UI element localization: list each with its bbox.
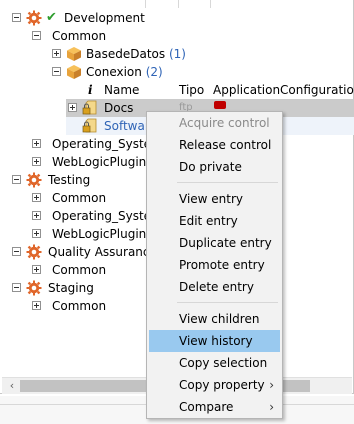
gear-icon — [26, 280, 42, 296]
node-label: Common — [52, 299, 107, 313]
lock-icon — [82, 118, 97, 133]
tree-node-common[interactable]: Common — [0, 27, 354, 45]
entry-name: Docs — [104, 101, 134, 115]
tree-node-development[interactable]: ✔ Development — [0, 9, 354, 27]
node-label: Conexion (2) — [86, 65, 163, 79]
menu-item-do-private[interactable]: Do private — [149, 156, 280, 178]
tree-node-conexion[interactable]: Conexion (2) — [0, 63, 354, 81]
menu-item-release-control[interactable]: Release control — [149, 134, 280, 156]
collapse-toggle[interactable] — [12, 13, 21, 22]
column-separator — [145, 0, 146, 8]
gear-icon — [26, 244, 42, 260]
node-label: Development — [64, 11, 145, 25]
expand-toggle[interactable] — [32, 193, 41, 202]
submenu-arrow-icon: › — [269, 400, 274, 414]
column-header-appconfig[interactable]: ApplicationConfiguration — [213, 81, 354, 99]
node-label: WebLogicPlugin1 — [52, 227, 154, 241]
menu-item-compare[interactable]: Compare › — [149, 396, 280, 418]
menu-item-edit-entry[interactable]: Edit entry — [149, 210, 280, 232]
menu-item-promote-entry[interactable]: Promote entry — [149, 254, 280, 276]
submenu-arrow-icon: › — [269, 378, 274, 392]
cube-folder-icon — [67, 65, 81, 79]
entry-table-header: i Name Tipo ApplicationConfiguration — [0, 81, 354, 99]
menu-item-label: Compare — [179, 400, 234, 414]
tree-node-basedatos[interactable]: BasedeDatos (1) — [0, 45, 354, 63]
menu-item-view-entry[interactable]: View entry — [149, 188, 280, 210]
child-count: (2) — [145, 65, 163, 79]
menu-item-duplicate-entry[interactable]: Duplicate entry — [149, 232, 280, 254]
node-label: Staging — [48, 281, 94, 295]
expand-toggle[interactable] — [32, 265, 41, 274]
child-count: (1) — [168, 47, 186, 61]
column-separator — [210, 0, 211, 8]
collapse-toggle[interactable] — [12, 247, 21, 256]
scroll-left-arrow-icon[interactable]: ‹ — [4, 378, 20, 394]
menu-item-label: Copy property — [179, 378, 265, 392]
appconfig-marker — [214, 101, 226, 109]
node-label: Common — [52, 191, 107, 205]
info-icon: i — [88, 83, 93, 97]
expand-toggle[interactable] — [32, 211, 41, 220]
collapse-toggle[interactable] — [52, 67, 61, 76]
menu-item-delete-entry[interactable]: Delete entry — [149, 276, 280, 298]
node-label: Common — [52, 263, 107, 277]
menu-item-view-children[interactable]: View children — [149, 308, 280, 330]
column-header-tipo[interactable]: Tipo — [179, 81, 204, 99]
menu-item-copy-selection[interactable]: Copy selection — [149, 352, 280, 374]
expand-toggle[interactable] — [32, 157, 41, 166]
node-label: Quality Assurance — [48, 245, 157, 259]
expand-toggle[interactable] — [68, 103, 77, 112]
expand-toggle[interactable] — [32, 229, 41, 238]
collapse-toggle[interactable] — [12, 283, 21, 292]
gear-icon — [26, 10, 42, 26]
collapse-toggle[interactable] — [32, 31, 41, 40]
menu-separator — [177, 302, 278, 303]
context-menu: Acquire control Release control Do priva… — [146, 111, 283, 419]
lock-icon — [82, 100, 97, 115]
expand-toggle[interactable] — [32, 301, 41, 310]
expand-toggle[interactable] — [52, 49, 61, 58]
menu-item-copy-property[interactable]: Copy property › — [149, 374, 280, 396]
column-header-name[interactable]: Name — [104, 81, 139, 99]
node-label: Testing — [48, 173, 91, 187]
gear-icon — [26, 172, 42, 188]
cube-folder-icon — [67, 47, 81, 61]
node-label: Common — [52, 29, 107, 43]
column-separator — [178, 0, 179, 8]
node-label: WebLogicPlugin1 — [52, 155, 154, 169]
menu-item-acquire-control[interactable]: Acquire control — [149, 112, 280, 134]
checkmark-icon: ✔ — [46, 10, 57, 25]
menu-item-view-history[interactable]: View history — [149, 330, 280, 352]
expand-toggle[interactable] — [32, 139, 41, 148]
menu-separator — [177, 182, 278, 183]
collapse-toggle[interactable] — [12, 175, 21, 184]
node-label: BasedeDatos (1) — [86, 47, 186, 61]
